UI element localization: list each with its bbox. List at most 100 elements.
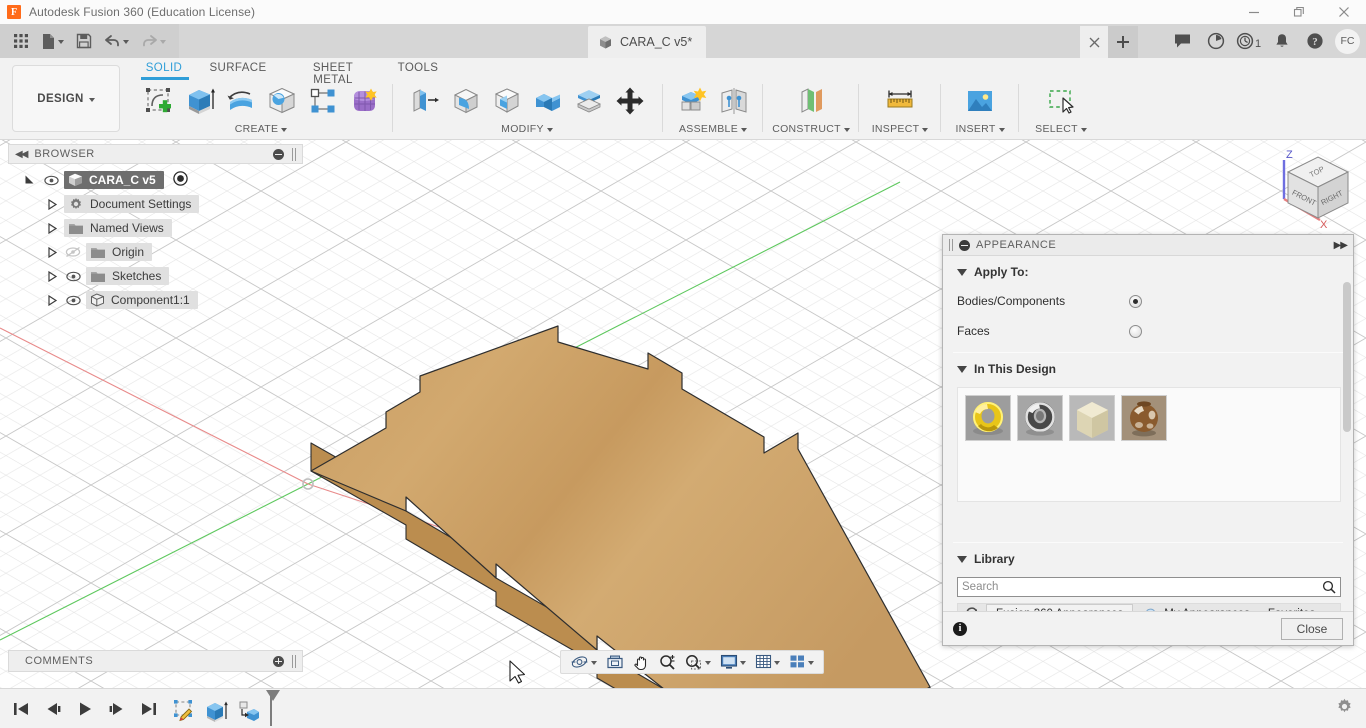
tree-node-named-views[interactable]: Named Views <box>8 216 303 240</box>
comments-button[interactable] <box>1166 24 1199 58</box>
library-tab-fusion360-appearances[interactable]: Fusion 360 Appearances <box>986 604 1133 611</box>
measure-button[interactable] <box>881 80 919 122</box>
document-tab-close-button[interactable] <box>1080 26 1108 58</box>
sketches-expand-triangle[interactable] <box>44 268 60 284</box>
select-window-button[interactable] <box>1042 80 1080 122</box>
new-file-button[interactable] <box>36 28 69 54</box>
info-icon[interactable]: i <box>953 622 967 636</box>
sketch-feature-node[interactable] <box>170 696 200 726</box>
origin-visibility-eye-off-icon[interactable] <box>64 246 82 258</box>
go-to-beginning-button[interactable] <box>8 696 34 722</box>
origin-expand-triangle[interactable] <box>44 244 60 260</box>
root-light-bulb-icon[interactable] <box>173 171 188 189</box>
panel-construct-label[interactable]: CONSTRUCT <box>772 123 850 135</box>
library-search-input[interactable] <box>957 577 1341 597</box>
apply-to-faces-radio[interactable] <box>1129 325 1142 338</box>
rectangular-pattern-button[interactable] <box>304 80 342 122</box>
browser-minimize-icon[interactable] <box>273 149 284 160</box>
help-button[interactable]: ? <box>1298 24 1331 58</box>
panel-select-caret[interactable] <box>1081 128 1087 132</box>
in-this-design-section-header[interactable]: In This Design <box>943 353 1353 383</box>
component1-label-container[interactable]: Component1:1 <box>86 291 198 309</box>
root-visibility-eye-icon[interactable] <box>42 175 60 186</box>
add-comment-icon[interactable] <box>273 656 284 667</box>
display-settings-button[interactable] <box>716 651 750 673</box>
library-tab-my-appearances[interactable]: My Appearances <box>1133 604 1259 611</box>
zoom-window-button[interactable] <box>681 651 715 673</box>
new-document-tab-button[interactable] <box>1108 26 1138 58</box>
display-settings-dropdown-caret[interactable] <box>740 661 746 665</box>
root-label-container[interactable]: CARA_C v5 <box>64 171 164 189</box>
dialog-expand-icon[interactable]: ▶▶ <box>1334 240 1347 251</box>
library-refresh-button[interactable] <box>958 604 986 611</box>
activity-button[interactable] <box>1199 24 1232 58</box>
tree-node-sketches[interactable]: Sketches <box>8 264 303 288</box>
named-views-label-container[interactable]: Named Views <box>64 219 172 237</box>
fillet-button[interactable] <box>447 80 485 122</box>
orbit-button[interactable] <box>566 651 601 673</box>
viewports-dropdown-caret[interactable] <box>808 661 814 665</box>
tree-node-root[interactable]: CARA_C v5 <box>8 168 303 192</box>
component1-expand-triangle[interactable] <box>44 292 60 308</box>
panel-construct-caret[interactable] <box>844 128 850 132</box>
hole-button[interactable] <box>263 80 301 122</box>
panel-insert-caret[interactable] <box>999 128 1005 132</box>
apply-to-section-header[interactable]: Apply To: <box>943 256 1353 286</box>
zoom-button[interactable] <box>655 651 680 673</box>
look-at-button[interactable] <box>602 651 628 673</box>
apply-to-bodies-row[interactable]: Bodies/Components <box>943 286 1353 316</box>
sketches-label-container[interactable]: Sketches <box>86 267 169 285</box>
panel-modify-label[interactable]: MODIFY <box>501 123 553 135</box>
step-back-button[interactable] <box>40 696 66 722</box>
panel-insert-label[interactable]: INSERT <box>955 123 1004 135</box>
revolve-button[interactable] <box>222 80 260 122</box>
grid-snaps-dropdown-caret[interactable] <box>774 661 780 665</box>
steel-material-swatch[interactable] <box>1017 395 1063 441</box>
dialog-drag-grip[interactable] <box>949 239 953 251</box>
origin-label-container[interactable]: Origin <box>86 243 152 261</box>
save-button[interactable] <box>71 28 97 54</box>
apps-grid-button[interactable] <box>8 28 34 54</box>
panel-create-label[interactable]: CREATE <box>235 123 288 135</box>
panel-inspect-caret[interactable] <box>922 128 928 132</box>
close-button[interactable]: Close <box>1281 618 1343 640</box>
comments-resize-grip[interactable] <box>292 655 296 668</box>
dialog-collapse-icon[interactable] <box>959 240 970 251</box>
component1-visibility-eye-icon[interactable] <box>64 295 82 306</box>
panel-create-caret[interactable] <box>281 128 287 132</box>
close-button[interactable] <box>1321 0 1366 24</box>
apply-to-collapse-triangle[interactable] <box>957 269 967 276</box>
workspace-dropdown-caret[interactable] <box>89 98 95 102</box>
named-views-expand-triangle[interactable] <box>44 220 60 236</box>
new-file-dropdown-caret[interactable] <box>58 40 64 44</box>
joint-button[interactable] <box>715 80 753 122</box>
panel-modify-caret[interactable] <box>547 128 553 132</box>
browser-collapse-icon[interactable]: ◀◀ <box>15 149 26 160</box>
shape-generator-button[interactable] <box>345 80 383 122</box>
appearance-dialog-header[interactable]: APPEARANCE ▶▶ <box>943 235 1353 256</box>
timeline-marker[interactable] <box>270 692 272 726</box>
minimize-button[interactable] <box>1231 0 1276 24</box>
tree-node-document-settings[interactable]: Document Settings <box>8 192 303 216</box>
move-feature-node[interactable] <box>234 696 264 726</box>
grid-snaps-button[interactable] <box>751 651 784 673</box>
search-icon[interactable] <box>1322 580 1336 599</box>
apply-to-bodies-radio[interactable] <box>1129 295 1142 308</box>
new-component-button[interactable] <box>674 80 712 122</box>
document-settings-label-container[interactable]: Document Settings <box>64 195 199 213</box>
zoom-window-dropdown-caret[interactable] <box>705 661 711 665</box>
viewports-button[interactable] <box>785 651 818 673</box>
panel-inspect-label[interactable]: INSPECT <box>872 123 929 135</box>
go-to-end-button[interactable] <box>136 696 162 722</box>
amber-glass-material-swatch[interactable] <box>1121 395 1167 441</box>
panel-assemble-label[interactable]: ASSEMBLE <box>679 123 747 135</box>
design-list-scroll-thumb[interactable] <box>1343 282 1351 432</box>
redo-dropdown-caret[interactable] <box>160 40 166 44</box>
workspace-selector[interactable]: DESIGN <box>12 65 120 132</box>
play-button[interactable] <box>72 696 98 722</box>
library-tab-favorites[interactable]: Favorites <box>1259 604 1324 611</box>
redo-button[interactable] <box>136 28 171 54</box>
view-cube[interactable]: Z X TOP FRONT RIGHT <box>1262 144 1366 248</box>
split-body-button[interactable] <box>570 80 608 122</box>
tree-node-origin[interactable]: Origin <box>8 240 303 264</box>
